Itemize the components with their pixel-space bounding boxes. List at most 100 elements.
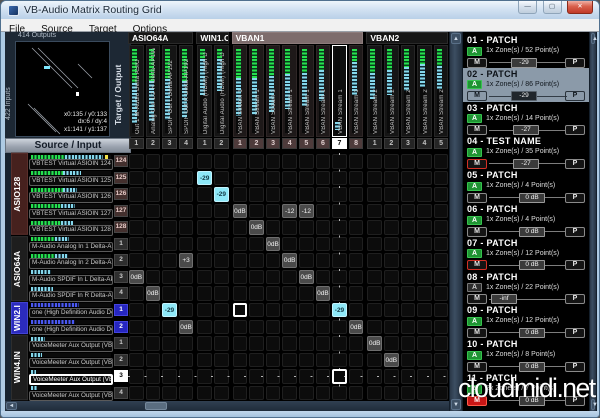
grid-cell[interactable] <box>299 170 314 186</box>
grid-cell[interactable] <box>162 170 177 186</box>
matrix-cell[interactable]: 0dB <box>282 253 297 268</box>
row-label[interactable]: VBTEST Virtual ASIO IN 128 <box>29 225 113 236</box>
matrix-cell[interactable]: -29 <box>332 302 347 318</box>
grid-cell[interactable] <box>400 220 416 235</box>
grid-cell[interactable] <box>299 352 314 368</box>
grid-cell[interactable] <box>232 236 248 252</box>
column-header[interactable]: SPDIF Out L Delta-AP192 <box>162 45 177 137</box>
grid-cell[interactable] <box>265 253 281 268</box>
grid-cell[interactable] <box>400 286 416 301</box>
matrix-cell[interactable]: +3 <box>178 253 194 268</box>
arm-button[interactable]: A <box>467 316 482 326</box>
grid-cell[interactable] <box>282 236 297 252</box>
grid-cell[interactable] <box>265 220 281 235</box>
grid-cell[interactable] <box>197 302 212 318</box>
grid-cell[interactable] <box>265 286 281 301</box>
grid-cell[interactable] <box>129 336 144 351</box>
matrix-cell[interactable]: -12 <box>299 203 314 219</box>
gain-value[interactable]: 0 dB <box>519 361 545 372</box>
grid-cell[interactable] <box>249 352 264 368</box>
matrix-cell[interactable]: 0dB <box>232 203 248 219</box>
grid-cell[interactable] <box>400 302 416 318</box>
grid-cell[interactable] <box>348 220 364 235</box>
grid-cell[interactable] <box>384 154 399 169</box>
grid-cell[interactable] <box>348 203 364 219</box>
grid-cell[interactable] <box>384 336 399 351</box>
patch-item[interactable]: 06 - PATCH A 1x Zone(s) / 4 Point(s) M 0 dB P <box>463 203 589 237</box>
row-group-asio128[interactable]: ASIO128 <box>11 153 28 235</box>
grid-cell[interactable] <box>384 220 399 235</box>
grid-cell[interactable] <box>232 253 248 268</box>
row-label[interactable]: VoiceMeeter Aux Output (VB-Audi <box>29 374 113 385</box>
row-label[interactable]: M-Audio Analog In 2 Delta-AP192 <box>29 258 113 269</box>
grid-cell[interactable] <box>145 236 161 252</box>
grid-cell[interactable] <box>299 236 314 252</box>
column-header[interactable]: VBAN Stream 1 <box>332 45 347 137</box>
grid-cell[interactable] <box>265 319 281 335</box>
arm-button[interactable]: A <box>467 80 482 90</box>
grid-cell[interactable] <box>417 187 432 202</box>
gain-value[interactable]: 0 dB <box>519 260 545 271</box>
grid-cell[interactable] <box>433 170 449 186</box>
grid-cell[interactable] <box>214 302 229 318</box>
grid-cell[interactable] <box>129 286 144 301</box>
grid-cell[interactable] <box>232 187 248 202</box>
grid-cell[interactable] <box>129 170 144 186</box>
grid-cell[interactable] <box>265 336 281 351</box>
gain-value[interactable]: -27 <box>513 125 539 136</box>
column-number[interactable]: 2 <box>384 138 399 149</box>
row-number[interactable]: 127 <box>114 204 128 217</box>
grid-cell[interactable] <box>265 302 281 318</box>
grid-cell[interactable] <box>162 187 177 202</box>
column-header[interactable]: VBAN Stream 1 <box>348 45 364 137</box>
column-number[interactable]: 4 <box>417 138 432 149</box>
mute-button[interactable]: M <box>467 192 487 203</box>
grid-cell[interactable] <box>145 336 161 351</box>
column-header[interactable]: VBAN Stream 2 <box>367 45 382 137</box>
grid-cell[interactable] <box>178 187 194 202</box>
column-header[interactable]: VBAN Stream 1 <box>265 45 281 137</box>
grid-cell[interactable] <box>197 269 212 285</box>
mute-button[interactable]: M <box>467 91 487 102</box>
column-number[interactable]: 3 <box>265 138 281 149</box>
grid-cell[interactable] <box>197 352 212 368</box>
grid-cell[interactable] <box>162 385 177 401</box>
row-label[interactable]: M-Audio Analog In 1 Delta-AP192 <box>29 241 113 253</box>
grid-cell[interactable] <box>249 236 264 252</box>
grid-cell[interactable] <box>178 154 194 169</box>
grid-cell[interactable] <box>384 319 399 335</box>
row-label[interactable]: VoiceMeeter Aux Output (VB-Audi <box>29 341 113 352</box>
preset-button[interactable]: P <box>565 226 585 237</box>
column-header[interactable]: VBAN Stream 1 <box>299 45 314 137</box>
grid-cell[interactable] <box>282 187 297 202</box>
grid-cell[interactable] <box>197 154 212 169</box>
grid-cell[interactable] <box>367 253 382 268</box>
arm-button[interactable]: A <box>467 46 482 56</box>
scroll-up-icon[interactable]: ▲ <box>451 33 461 44</box>
grid-cell[interactable] <box>178 220 194 235</box>
grid-cell[interactable] <box>265 187 281 202</box>
grid-cell[interactable] <box>129 187 144 202</box>
grid-cell[interactable] <box>282 154 297 169</box>
grid-cell[interactable] <box>299 154 314 169</box>
grid-cell[interactable] <box>433 269 449 285</box>
patch-item[interactable]: 04 - TEST NAME A 1x Zone(s) / 35 Point(s) M… <box>463 135 589 169</box>
row-label[interactable]: VBTEST Virtual ASIO IN 124 <box>29 159 113 170</box>
mute-button[interactable]: M <box>467 57 487 68</box>
grid-cell[interactable] <box>214 203 229 219</box>
grid-cell[interactable] <box>178 269 194 285</box>
grid-cell[interactable] <box>367 302 382 318</box>
gain-value[interactable]: -29 <box>511 91 537 102</box>
grid-cell[interactable] <box>197 236 212 252</box>
grid-cell[interactable] <box>315 336 331 351</box>
row-group-asio64a[interactable]: ASIO64A <box>11 235 28 301</box>
grid-cell[interactable] <box>367 385 382 401</box>
grid-cell[interactable] <box>145 253 161 268</box>
grid-cell[interactable] <box>214 336 229 351</box>
gain-value[interactable]: -27 <box>513 158 539 169</box>
grid-cell[interactable] <box>145 269 161 285</box>
grid-cell[interactable] <box>232 319 248 335</box>
grid-cell[interactable] <box>282 269 297 285</box>
grid-cell[interactable] <box>214 352 229 368</box>
grid-cell[interactable] <box>178 385 194 401</box>
